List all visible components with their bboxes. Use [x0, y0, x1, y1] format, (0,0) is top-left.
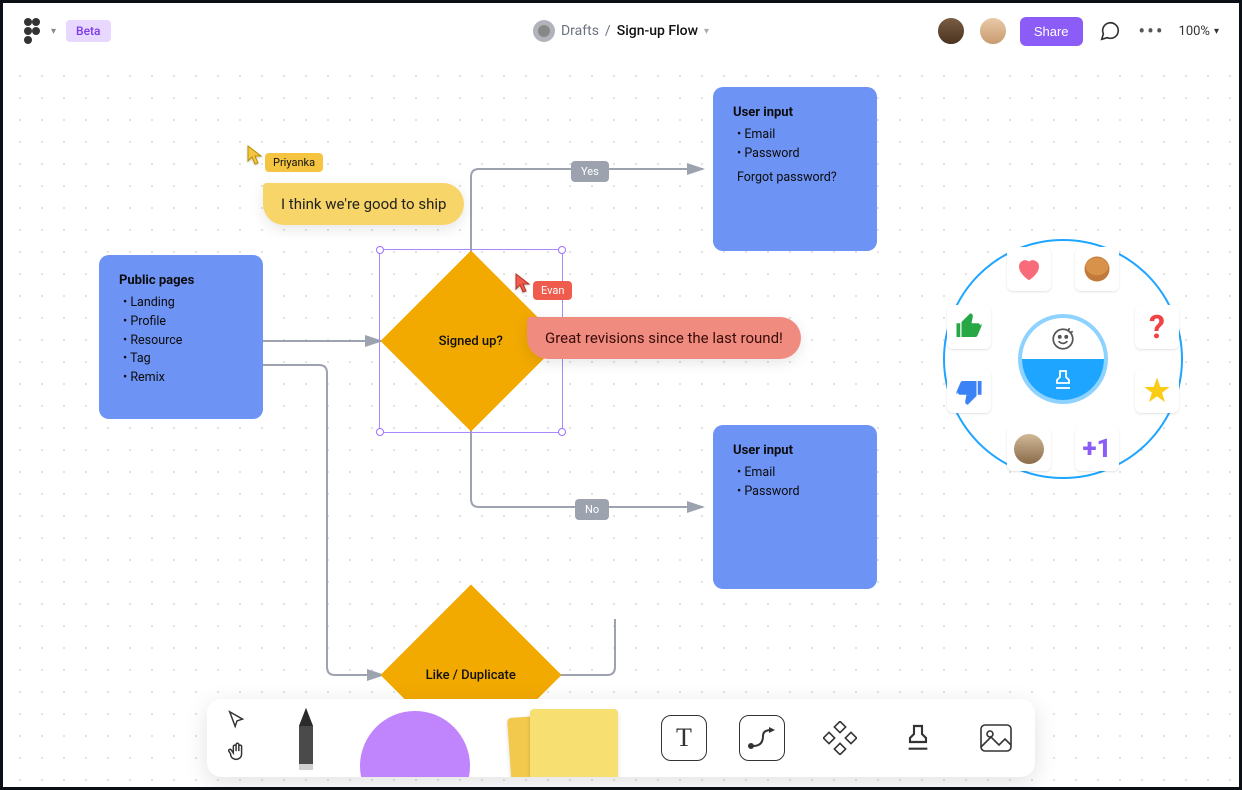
file-name[interactable]: Sign-up Flow	[617, 23, 698, 39]
hand-tool-icon[interactable]	[226, 741, 248, 767]
stamp-tool[interactable]	[879, 699, 957, 777]
node-label: Like / Duplicate	[426, 667, 516, 682]
node-link: Forgot password?	[733, 170, 857, 185]
breadcrumb[interactable]: Drafts / Sign-up Flow ▾	[533, 20, 709, 42]
reaction-wheel[interactable]: ? +1	[943, 239, 1183, 479]
comment-priyanka[interactable]: I think we're good to ship	[263, 183, 464, 225]
list-item: Tag	[123, 350, 243, 369]
list-item: Remix	[123, 369, 243, 388]
top-header: ▾ Beta Drafts / Sign-up Flow ▾ Share •••…	[3, 3, 1239, 59]
team-icon	[533, 20, 555, 42]
sticky-note-tool[interactable]	[485, 699, 645, 777]
marker-tool[interactable]	[267, 699, 345, 777]
avatar[interactable]	[936, 16, 966, 46]
comment-icon[interactable]	[1095, 16, 1125, 46]
breadcrumb-folder[interactable]: Drafts	[561, 23, 599, 39]
connector-tool[interactable]	[723, 699, 801, 777]
node-title: Public pages	[119, 273, 243, 288]
figjam-logo-icon[interactable]	[23, 18, 41, 44]
more-icon[interactable]: •••	[1137, 16, 1167, 46]
list-item: Landing	[123, 294, 243, 313]
reaction-plus-one-icon[interactable]: +1	[1075, 427, 1119, 471]
list-item: Profile	[123, 313, 243, 332]
stamp-icon[interactable]	[1022, 359, 1104, 400]
list-item: Email	[737, 126, 857, 145]
image-tool[interactable]	[957, 699, 1035, 777]
more-shapes-tool[interactable]	[801, 699, 879, 777]
chevron-down-icon[interactable]: ▾	[704, 26, 709, 37]
bottom-toolbar: T	[207, 699, 1035, 777]
node-title: User input	[733, 443, 857, 458]
cursor-tag: Priyanka	[265, 153, 323, 172]
list-item: Password	[737, 145, 857, 164]
cursor-evan: Evan	[515, 273, 572, 300]
node-label: Signed up?	[439, 333, 503, 348]
reaction-thumbs-down-icon[interactable]	[947, 369, 991, 413]
smile-icon[interactable]	[1022, 318, 1104, 359]
breadcrumb-sep: /	[605, 23, 611, 39]
header-right: Share ••• 100% ▾	[936, 16, 1219, 46]
wheel-center[interactable]	[1018, 314, 1108, 404]
avatar[interactable]	[978, 16, 1008, 46]
list-item: Email	[737, 464, 857, 483]
select-tool-icon[interactable]	[226, 709, 248, 735]
reaction-cookie-icon[interactable]	[1075, 247, 1119, 291]
node-user-input-yes[interactable]: User input Email Password Forgot passwor…	[713, 87, 877, 251]
beta-badge: Beta	[66, 20, 110, 42]
comment-evan[interactable]: Great revisions since the last round!	[527, 317, 801, 359]
shape-tool[interactable]	[345, 699, 485, 777]
edge-label-no: No	[575, 499, 609, 520]
share-button[interactable]: Share	[1020, 17, 1083, 46]
chevron-down-icon: ▾	[1214, 26, 1219, 37]
text-tool[interactable]: T	[645, 699, 723, 777]
reaction-thumbs-up-icon[interactable]	[947, 305, 991, 349]
node-title: User input	[733, 105, 857, 120]
list-item: Password	[737, 483, 857, 502]
node-user-input-no[interactable]: User input Email Password	[713, 425, 877, 589]
reaction-star-icon[interactable]	[1135, 369, 1179, 413]
cursor-priyanka: Priyanka	[247, 145, 323, 172]
edge-label-yes: Yes	[571, 161, 609, 182]
chevron-down-icon[interactable]: ▾	[51, 26, 56, 37]
reaction-question-icon[interactable]: ?	[1135, 305, 1179, 349]
reaction-avatar-icon[interactable]	[1007, 427, 1051, 471]
list-item: Resource	[123, 332, 243, 351]
canvas[interactable]: Yes No Public pages Landing Profile Reso…	[3, 59, 1239, 787]
cursor-tag: Evan	[533, 281, 572, 300]
header-left: ▾ Beta	[23, 18, 111, 44]
reaction-heart-icon[interactable]	[1007, 247, 1051, 291]
node-public-pages[interactable]: Public pages Landing Profile Resource Ta…	[99, 255, 263, 419]
zoom-level[interactable]: 100% ▾	[1179, 24, 1219, 39]
